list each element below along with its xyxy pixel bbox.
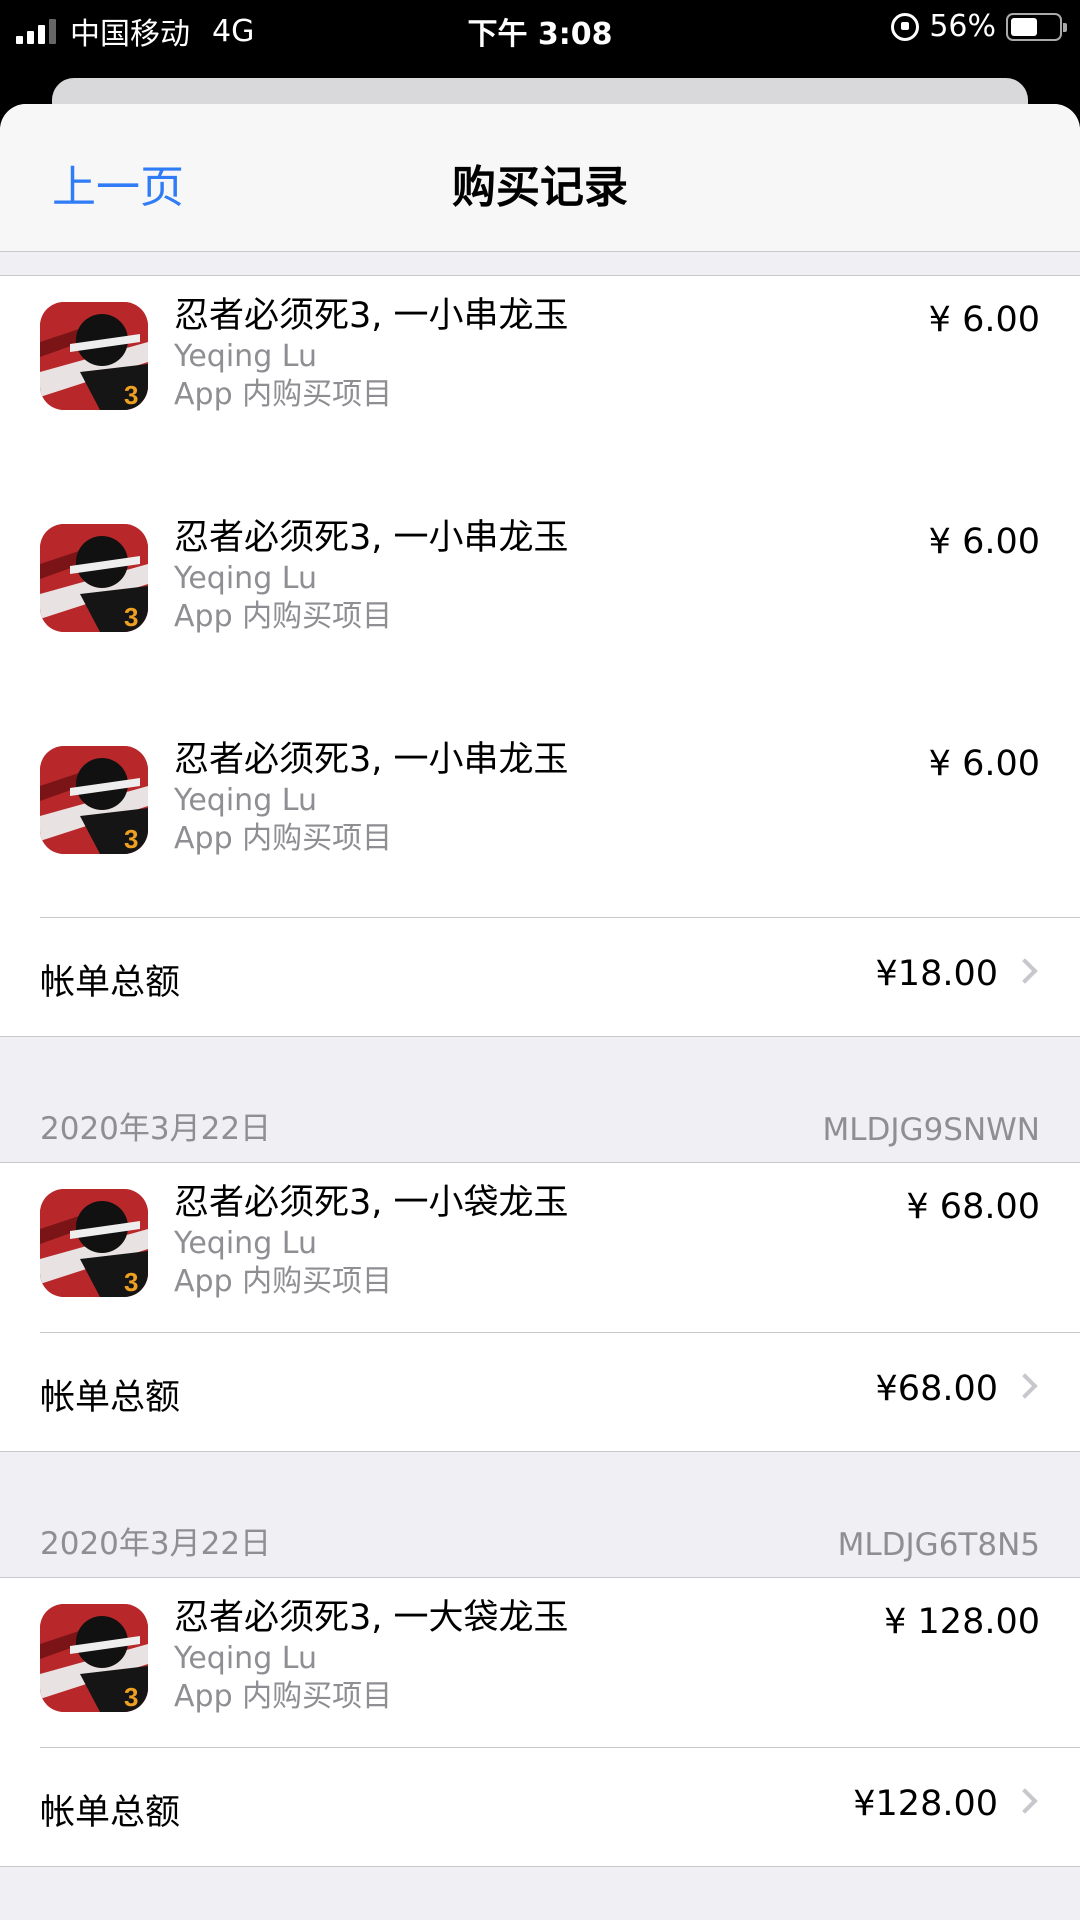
battery-percent: 56%: [929, 9, 996, 44]
section-date: 2020年3月22日: [40, 1526, 272, 1562]
item-kind: App 内购买项目: [174, 821, 393, 856]
bill-total-label: 帐单总额: [40, 1378, 181, 1418]
svg-text:3: 3: [124, 824, 138, 854]
item-price: ¥ 6.00: [928, 744, 1040, 784]
status-bar: 中国移动 4G 下午 3:08 56%: [0, 0, 1080, 56]
bill-total-amount: ¥18.00: [875, 954, 998, 994]
item-name: 忍者必须死3, 一小串龙玉: [174, 296, 569, 336]
item-developer: Yeqing Lu: [174, 339, 317, 374]
bill-total-row[interactable]: 帐单总额 ¥128.00: [0, 1748, 1080, 1866]
order-id: MLDJG9SNWN: [822, 1112, 1040, 1148]
chevron-right-icon: [1012, 1788, 1038, 1814]
item-developer: Yeqing Lu: [174, 561, 317, 596]
item-developer: Yeqing Lu: [174, 783, 317, 818]
purchase-group: 3 忍者必须死3, 一小袋龙玉 Yeqing Lu App 内购买项目 ¥ 68…: [0, 1163, 1080, 1452]
section-header: 2020年3月22日 MLDJG9SNWN: [0, 1037, 1080, 1163]
item-price: ¥ 6.00: [928, 522, 1040, 562]
purchase-list[interactable]: 3 忍者必须死3, 一小串龙玉 Yeqing Lu App 内购买项目 ¥ 6.…: [0, 252, 1080, 1867]
section-header-partial: [0, 252, 1080, 276]
chevron-right-icon: [1012, 1373, 1038, 1399]
item-name: 忍者必须死3, 一小袋龙玉: [174, 1183, 569, 1223]
bill-total-amount: ¥128.00: [853, 1784, 998, 1824]
navigation-bar: 上一页 购买记录: [0, 104, 1080, 252]
item-kind: App 内购买项目: [174, 377, 393, 412]
section-date: 2020年3月22日: [40, 1111, 272, 1147]
bill-total-label: 帐单总额: [40, 963, 181, 1003]
bill-total-label: 帐单总额: [40, 1793, 181, 1833]
ninja-game-icon: 3: [40, 746, 148, 854]
chevron-right-icon: [1012, 958, 1038, 984]
ninja-game-icon: 3: [40, 1189, 148, 1297]
purchase-group: 3 忍者必须死3, 一小串龙玉 Yeqing Lu App 内购买项目 ¥ 6.…: [0, 276, 1080, 1037]
list-item[interactable]: 3 忍者必须死3, 一小串龙玉 Yeqing Lu App 内购买项目 ¥ 6.…: [0, 276, 1080, 498]
svg-text:3: 3: [124, 602, 138, 632]
bill-total-row[interactable]: 帐单总额 ¥68.00: [0, 1333, 1080, 1451]
ninja-game-icon: 3: [40, 524, 148, 632]
page-title: 购买记录: [452, 162, 628, 213]
bill-total-amount: ¥68.00: [875, 1369, 998, 1409]
item-price: ¥ 6.00: [928, 300, 1040, 340]
purchase-group: 3 忍者必须死3, 一大袋龙玉 Yeqing Lu App 内购买项目 ¥ 12…: [0, 1578, 1080, 1867]
item-price: ¥ 68.00: [906, 1187, 1040, 1227]
item-name: 忍者必须死3, 一小串龙玉: [174, 740, 569, 780]
svg-text:3: 3: [124, 1267, 138, 1297]
bill-total-row[interactable]: 帐单总额 ¥18.00: [0, 918, 1080, 1036]
item-developer: Yeqing Lu: [174, 1226, 317, 1261]
ninja-game-icon: 3: [40, 1604, 148, 1712]
rotation-lock-icon: [891, 12, 920, 41]
ninja-game-icon: 3: [40, 302, 148, 410]
list-item[interactable]: 3 忍者必须死3, 一小串龙玉 Yeqing Lu App 内购买项目 ¥ 6.…: [0, 498, 1080, 720]
item-name: 忍者必须死3, 一小串龙玉: [174, 518, 569, 558]
item-kind: App 内购买项目: [174, 1264, 393, 1299]
item-developer: Yeqing Lu: [174, 1641, 317, 1676]
svg-text:3: 3: [124, 1682, 138, 1712]
purchase-history-sheet: 上一页 购买记录 3 忍者必须死3, 一小串龙玉 Yeqing Lu App 内…: [0, 104, 1080, 1920]
section-header: 2020年3月22日 MLDJG6T8N5: [0, 1452, 1080, 1578]
item-kind: App 内购买项目: [174, 599, 393, 634]
order-id: MLDJG6T8N5: [837, 1527, 1040, 1563]
battery-icon: [1006, 12, 1067, 41]
list-item[interactable]: 3 忍者必须死3, 一小袋龙玉 Yeqing Lu App 内购买项目 ¥ 68…: [40, 1163, 1080, 1333]
svg-text:3: 3: [124, 380, 138, 410]
list-item[interactable]: 3 忍者必须死3, 一大袋龙玉 Yeqing Lu App 内购买项目 ¥ 12…: [40, 1578, 1080, 1748]
list-item[interactable]: 3 忍者必须死3, 一小串龙玉 Yeqing Lu App 内购买项目 ¥ 6.…: [40, 720, 1080, 918]
item-kind: App 内购买项目: [174, 1679, 393, 1714]
item-name: 忍者必须死3, 一大袋龙玉: [174, 1598, 569, 1638]
item-price: ¥ 128.00: [884, 1602, 1040, 1642]
